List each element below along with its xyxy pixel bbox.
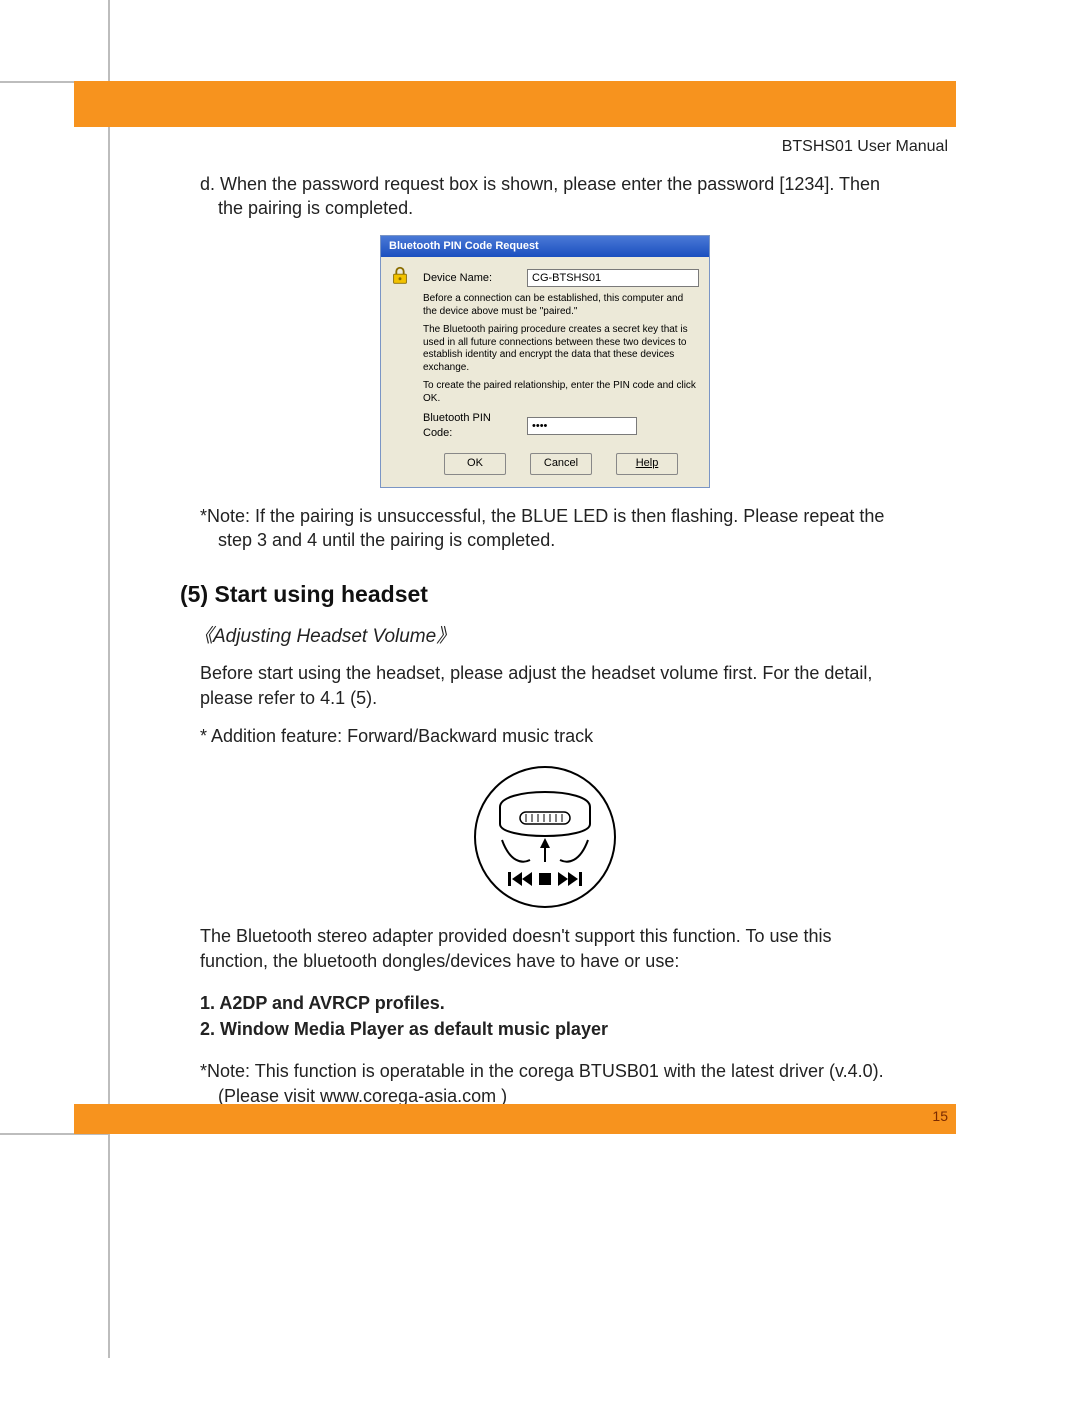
- subheading-volume: 《Adjusting Headset Volume》: [194, 624, 890, 650]
- addition-feature-text: * Addition feature: Forward/Backward mus…: [200, 724, 890, 748]
- step-d-text: d. When the password request box is show…: [200, 172, 890, 221]
- section-5-heading: (5) Start using headset: [180, 579, 890, 610]
- ok-button[interactable]: OK: [444, 453, 506, 475]
- pin-code-field[interactable]: ••••: [527, 417, 637, 435]
- page-number: 15: [932, 1108, 948, 1124]
- note-btusb: *Note: This function is operatable in th…: [200, 1059, 890, 1108]
- cancel-button[interactable]: Cancel: [530, 453, 592, 475]
- help-button[interactable]: Help: [616, 453, 678, 475]
- dialog-body: Device Name: CG-BTSHS01 Before a connect…: [381, 257, 709, 487]
- device-name-field: CG-BTSHS01: [527, 269, 699, 287]
- requirement-1: 1. A2DP and AVRCP profiles.: [200, 991, 890, 1015]
- note-pairing: *Note: If the pairing is unsuccessful, t…: [200, 504, 890, 553]
- device-name-label: Device Name:: [423, 271, 521, 286]
- crop-mark: [108, 1208, 110, 1358]
- adjust-volume-text: Before start using the headset, please a…: [200, 661, 890, 710]
- footer-band: [74, 1104, 956, 1134]
- page-content: d. When the password request box is show…: [200, 172, 890, 1122]
- header-band: [74, 81, 956, 127]
- dialog-procedure-text: The Bluetooth pairing procedure creates …: [423, 324, 699, 374]
- crop-mark: [108, 0, 110, 1208]
- dialog-title: Bluetooth PIN Code Request: [381, 236, 709, 258]
- lock-icon: [389, 265, 411, 287]
- adapter-support-text: The Bluetooth stereo adapter provided do…: [200, 924, 890, 973]
- pin-dialog: Bluetooth PIN Code Request Device Name: …: [380, 235, 710, 489]
- doc-title: BTSHS01 User Manual: [782, 138, 948, 156]
- dialog-paired-text: Before a connection can be established, …: [423, 293, 699, 318]
- dialog-enter-pin-text: To create the paired relationship, enter…: [423, 380, 699, 405]
- stop-icon: [539, 873, 551, 885]
- manual-page: BTSHS01 User Manual d. When the password…: [0, 0, 1080, 1416]
- pin-code-label: Bluetooth PIN Code:: [423, 411, 521, 441]
- requirement-2: 2. Window Media Player as default music …: [200, 1017, 890, 1041]
- headset-control-illustration: [470, 762, 620, 912]
